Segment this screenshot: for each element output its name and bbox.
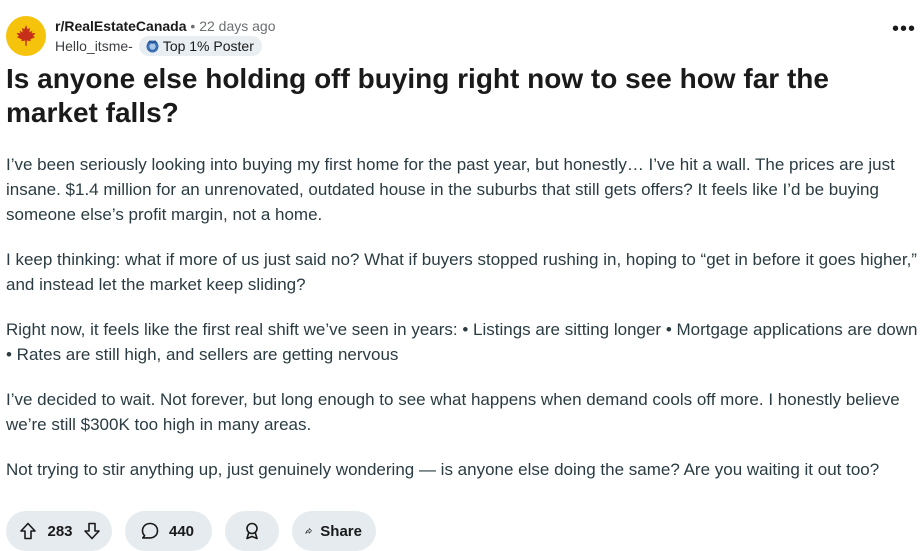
- subreddit-avatar[interactable]: [6, 16, 46, 56]
- vote-score: 283: [47, 522, 73, 540]
- author-username[interactable]: Hello_itsme-: [55, 36, 133, 56]
- award-icon: [246, 522, 258, 540]
- more-options-icon: •••: [891, 18, 916, 40]
- body-paragraph: Right now, it feels like the first real …: [6, 320, 918, 364]
- more-options-button[interactable]: •••: [892, 19, 916, 39]
- comments-button[interactable]: 440: [125, 511, 212, 551]
- post-header: r/RealEstateCanada • 22 days ago Hello_i…: [6, 14, 916, 58]
- body-paragraph: Not trying to stir anything up, just gen…: [6, 460, 880, 479]
- body-paragraph: I keep thinking: what if more of us just…: [6, 250, 917, 294]
- poster-badge-icon: [146, 39, 159, 52]
- post-age: 22 days ago: [199, 18, 276, 34]
- share-button[interactable]: Share: [292, 511, 376, 551]
- share-icon: [305, 528, 312, 534]
- downvote-button[interactable]: [82, 521, 102, 541]
- body-paragraph: I’ve been seriously looking into buying …: [6, 155, 895, 224]
- vote-control: 283: [6, 511, 112, 551]
- body-paragraph: I’ve decided to wait. Not forever, but l…: [6, 390, 900, 434]
- upvote-icon: [20, 522, 36, 540]
- badge-label: Top 1% Poster: [162, 38, 254, 54]
- separator-dot: •: [190, 18, 196, 34]
- post-meta: r/RealEstateCanada • 22 days ago Hello_i…: [55, 17, 276, 56]
- post-action-bar: 283 440 Share: [6, 511, 376, 551]
- upvote-button[interactable]: [18, 521, 38, 541]
- user-flair-badge: Top 1% Poster: [138, 36, 262, 56]
- subreddit-link[interactable]: r/RealEstateCanada: [55, 18, 187, 34]
- award-button[interactable]: [225, 511, 279, 551]
- comment-icon: [141, 522, 159, 539]
- comment-count: 440: [169, 522, 195, 540]
- share-label: Share: [320, 522, 362, 540]
- post-title: Is anyone else holding off buying right …: [6, 63, 829, 128]
- post-body: I’ve been seriously looking into buying …: [6, 152, 918, 502]
- maple-leaf-icon: [16, 25, 36, 46]
- downvote-icon: [84, 522, 100, 540]
